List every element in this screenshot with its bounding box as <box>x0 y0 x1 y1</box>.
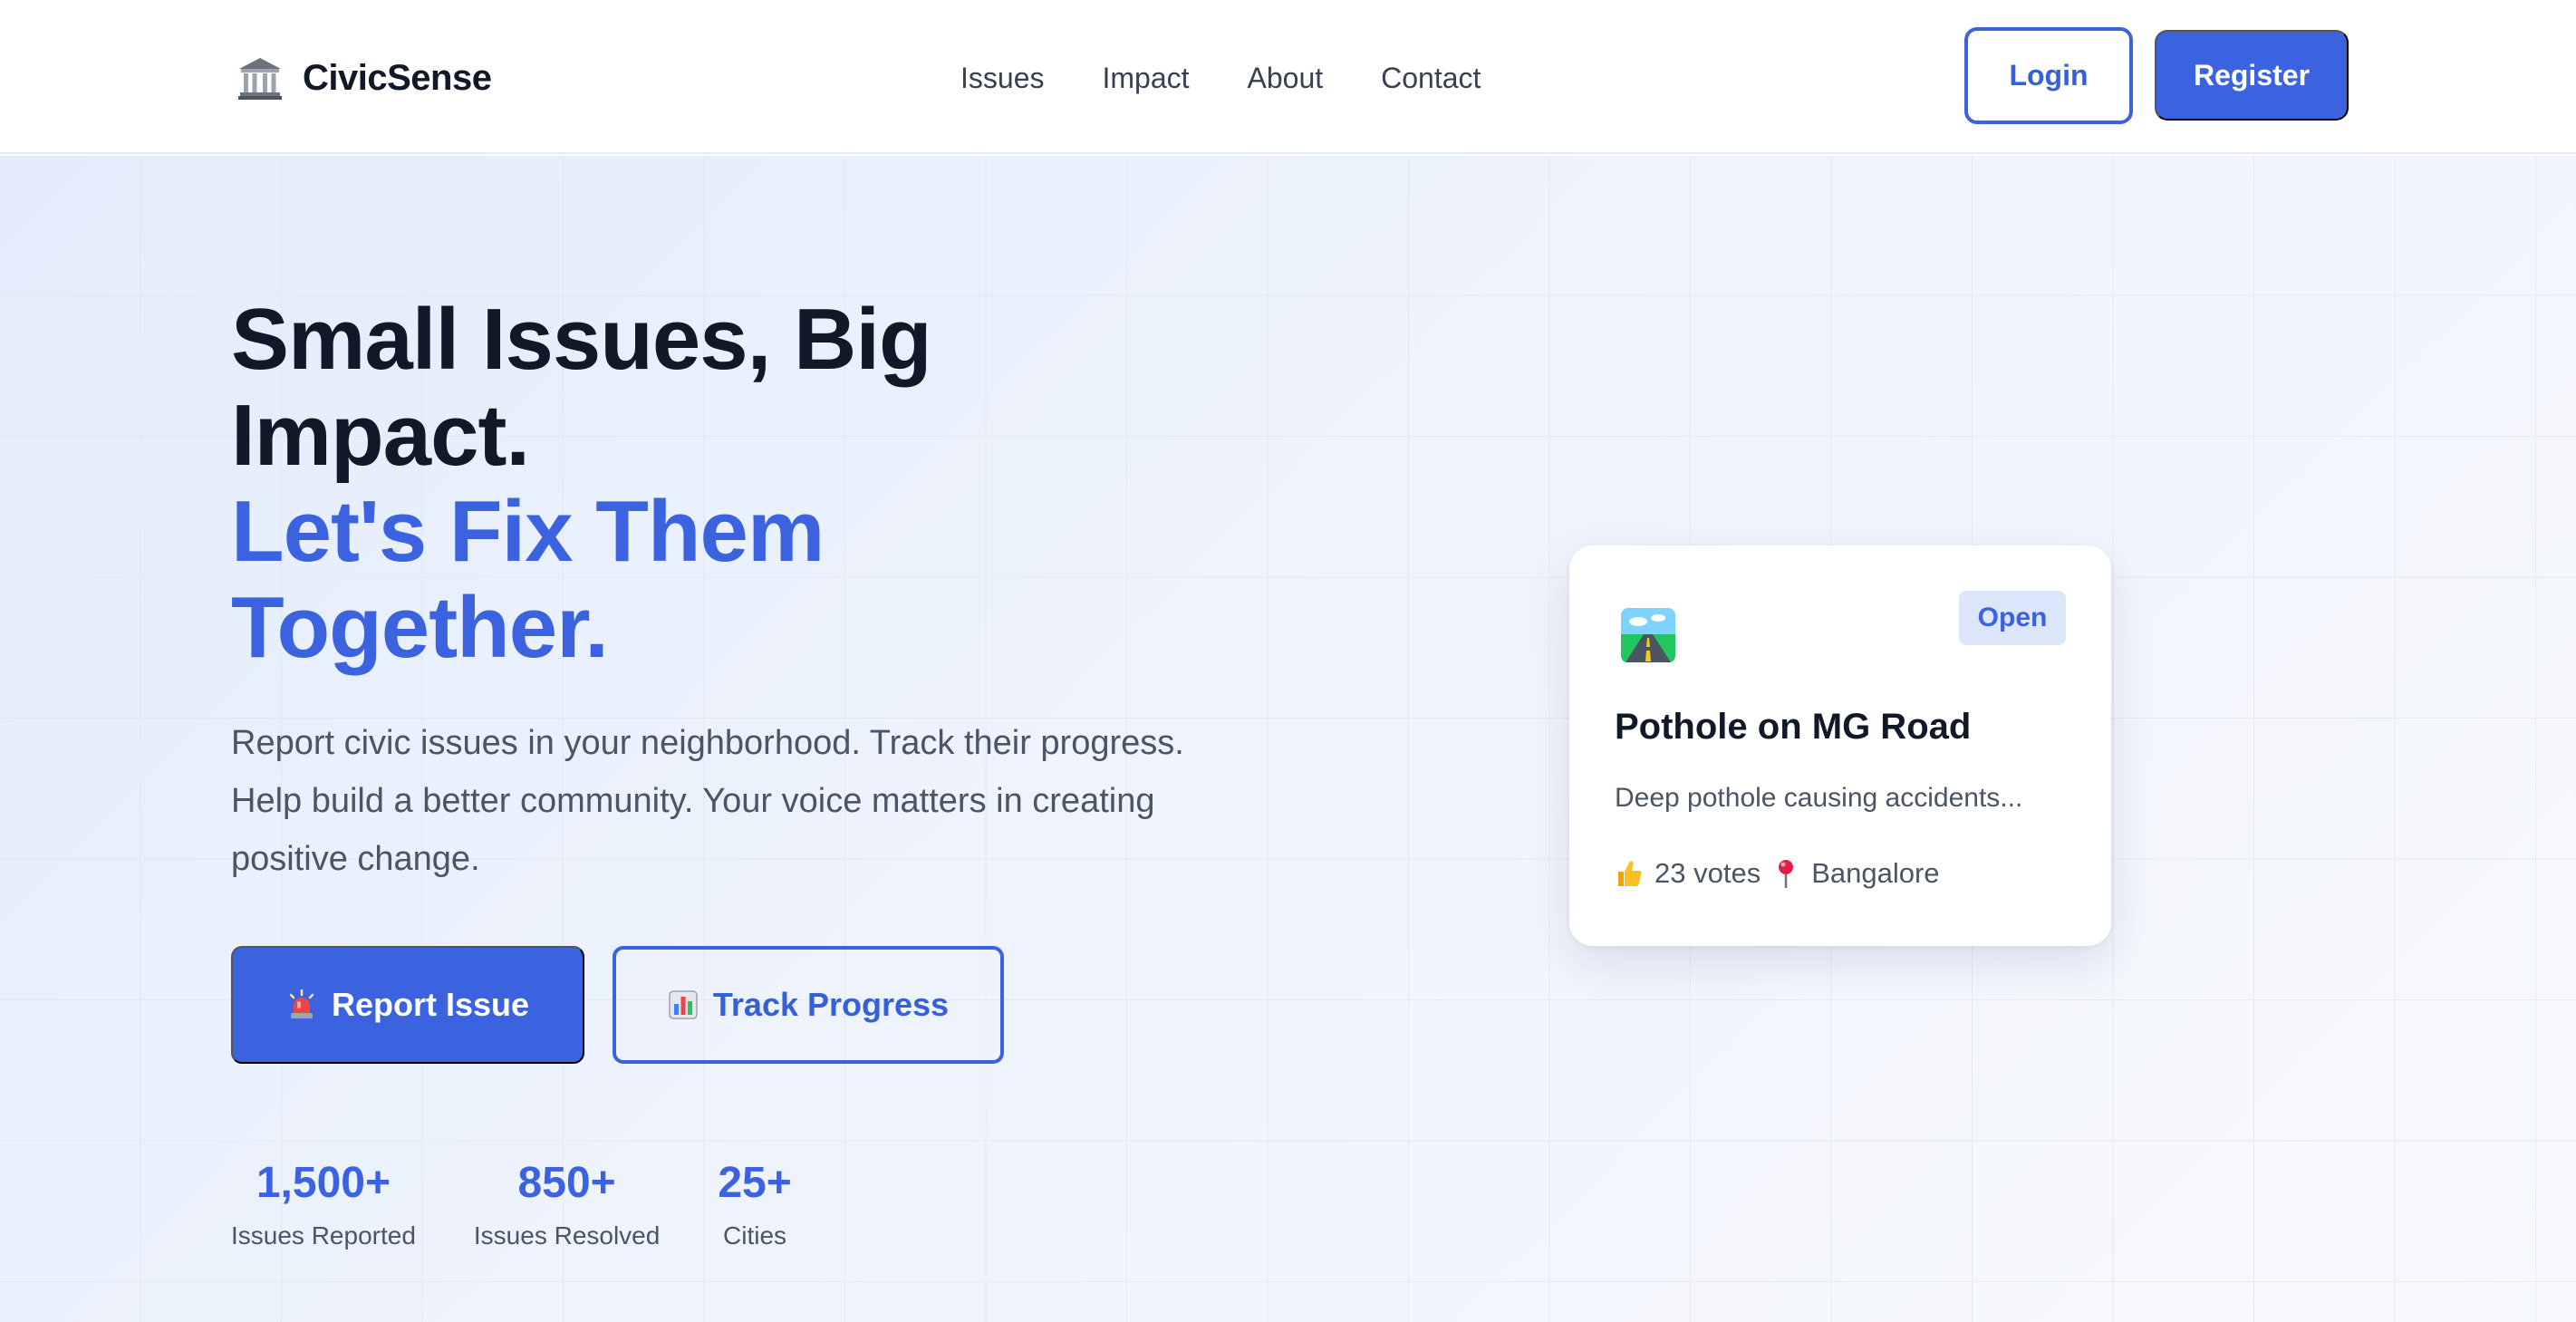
login-button[interactable]: Login <box>1964 27 2133 124</box>
page: CivicSense Issues Impact About Contact L… <box>0 0 2576 1322</box>
nav-link-impact[interactable]: Impact <box>1102 62 1189 95</box>
bar-chart-icon <box>669 990 698 1019</box>
nav-link-about[interactable]: About <box>1248 62 1324 95</box>
register-button[interactable]: Register <box>2155 30 2349 121</box>
issue-description: Deep pothole causing accidents... <box>1615 783 2023 813</box>
brand-name: CivicSense <box>303 57 492 98</box>
status-badge: Open <box>1959 591 2066 645</box>
location-pin-icon <box>1779 860 1794 888</box>
stat-cities: 25+ Cities <box>718 1154 791 1256</box>
hero-headline: Small Issues, Big Impact. Let's Fix Them… <box>231 292 1318 676</box>
main-nav: Issues Impact About Contact <box>960 56 1481 100</box>
top-navbar: CivicSense Issues Impact About Contact L… <box>0 0 2576 154</box>
report-issue-button[interactable]: Report Issue <box>231 946 584 1064</box>
stat-label: Issues Reported <box>231 1221 416 1250</box>
track-progress-button[interactable]: Track Progress <box>613 946 1004 1064</box>
classical-building-icon <box>238 58 282 100</box>
hero-subtext: Report civic issues in your neighborhood… <box>231 724 1184 878</box>
siren-icon <box>289 989 314 1018</box>
thumbs-up-icon <box>1618 861 1642 886</box>
headline-line-3: Let's Fix Them <box>231 483 825 580</box>
report-issue-label: Report Issue <box>331 986 530 1023</box>
nav-link-contact[interactable]: Contact <box>1381 62 1481 95</box>
headline-line-1: Small Issues, Big <box>231 291 932 388</box>
issue-title: Pothole on MG Road <box>1615 707 1972 747</box>
issue-location: Bangalore <box>1811 857 1940 889</box>
stat-label: Cities <box>723 1221 787 1250</box>
vote-count: 23 votes <box>1655 857 1761 889</box>
stat-issues-reported: 1,500+ Issues Reported <box>231 1154 416 1256</box>
stat-value: 25+ <box>718 1159 792 1207</box>
headline-line-2: Impact. <box>231 387 530 484</box>
issue-meta: 23 votes Bangalore <box>1615 854 1940 893</box>
stats-row: 1,500+ Issues Reported 850+ Issues Resol… <box>231 1154 792 1256</box>
stat-value: 1,500+ <box>256 1159 391 1207</box>
stat-issues-resolved: 850+ Issues Resolved <box>474 1154 660 1256</box>
brand[interactable]: CivicSense <box>237 54 492 101</box>
track-progress-label: Track Progress <box>712 986 950 1023</box>
stat-value: 850+ <box>517 1159 616 1207</box>
nav-link-issues[interactable]: Issues <box>960 62 1044 95</box>
headline-line-4: Together. <box>231 579 609 676</box>
stat-label: Issues Resolved <box>473 1221 661 1250</box>
road-icon <box>1621 608 1675 662</box>
issue-card[interactable]: Open Pothole on MG Road Deep pothole cau… <box>1569 545 2111 946</box>
hero-section: Small Issues, Big Impact. Let's Fix Them… <box>0 156 2576 1322</box>
